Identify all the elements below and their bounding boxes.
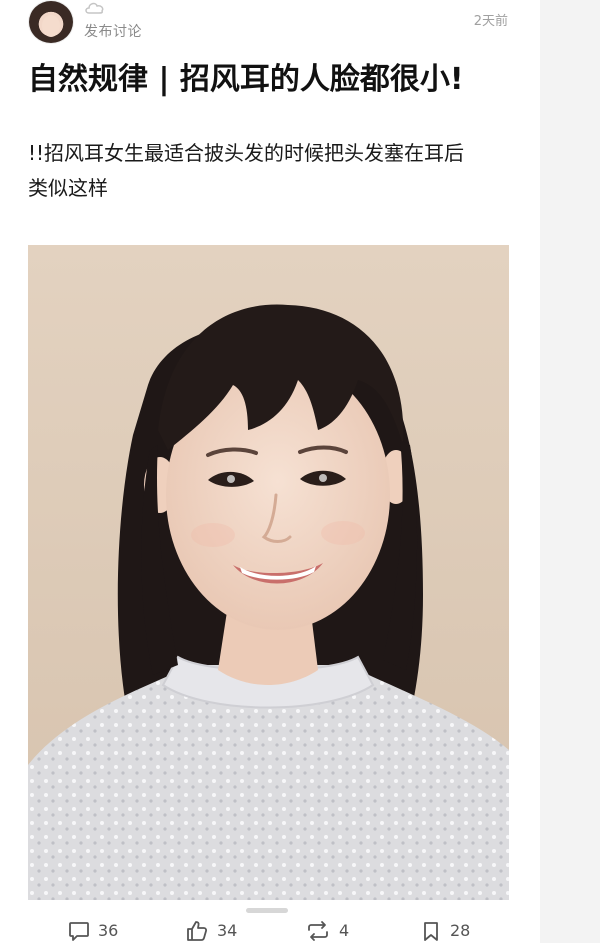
repost-icon: [308, 920, 328, 941]
like-count: 34: [217, 921, 238, 940]
bookmark-button[interactable]: 28: [420, 918, 470, 943]
comment-button[interactable]: 36: [68, 918, 118, 943]
repost-button[interactable]: 4: [305, 918, 349, 943]
post-body: !!招风耳女生最适合披头发的时候把头发塞在耳后 类似这样: [28, 136, 518, 206]
post-title: 自然规律 | 招风耳的人脸都很小!: [28, 62, 464, 97]
avatar-face: [42, 15, 60, 37]
cloud-icon: [85, 2, 104, 14]
comment-icon: [69, 921, 89, 941]
post-card: 发布讨论 2天前 自然规律 | 招风耳的人脸都很小! !!招风耳女生最适合披头发…: [0, 0, 540, 943]
comment-count: 36: [98, 921, 119, 940]
like-icon: [187, 920, 208, 941]
avatar[interactable]: [28, 0, 74, 44]
bookmark-count: 28: [450, 921, 471, 940]
bookmark-icon: [424, 921, 438, 941]
repost-count: 4: [339, 921, 350, 940]
post-timestamp: 2天前: [473, 14, 508, 29]
portrait-illustration: [28, 245, 509, 900]
side-gutter: [540, 0, 600, 943]
post-body-line-2: 类似这样: [28, 176, 108, 200]
like-button[interactable]: 34: [185, 918, 237, 943]
post-source-label: 发布讨论: [84, 24, 142, 40]
post-body-line-1: !!招风耳女生最适合披头发的时候把头发塞在耳后: [28, 141, 465, 165]
post-photo[interactable]: [28, 245, 509, 900]
scroll-handle[interactable]: [246, 908, 288, 913]
post-page: 发布讨论 2天前 自然规律 | 招风耳的人脸都很小! !!招风耳女生最适合披头发…: [0, 0, 600, 943]
